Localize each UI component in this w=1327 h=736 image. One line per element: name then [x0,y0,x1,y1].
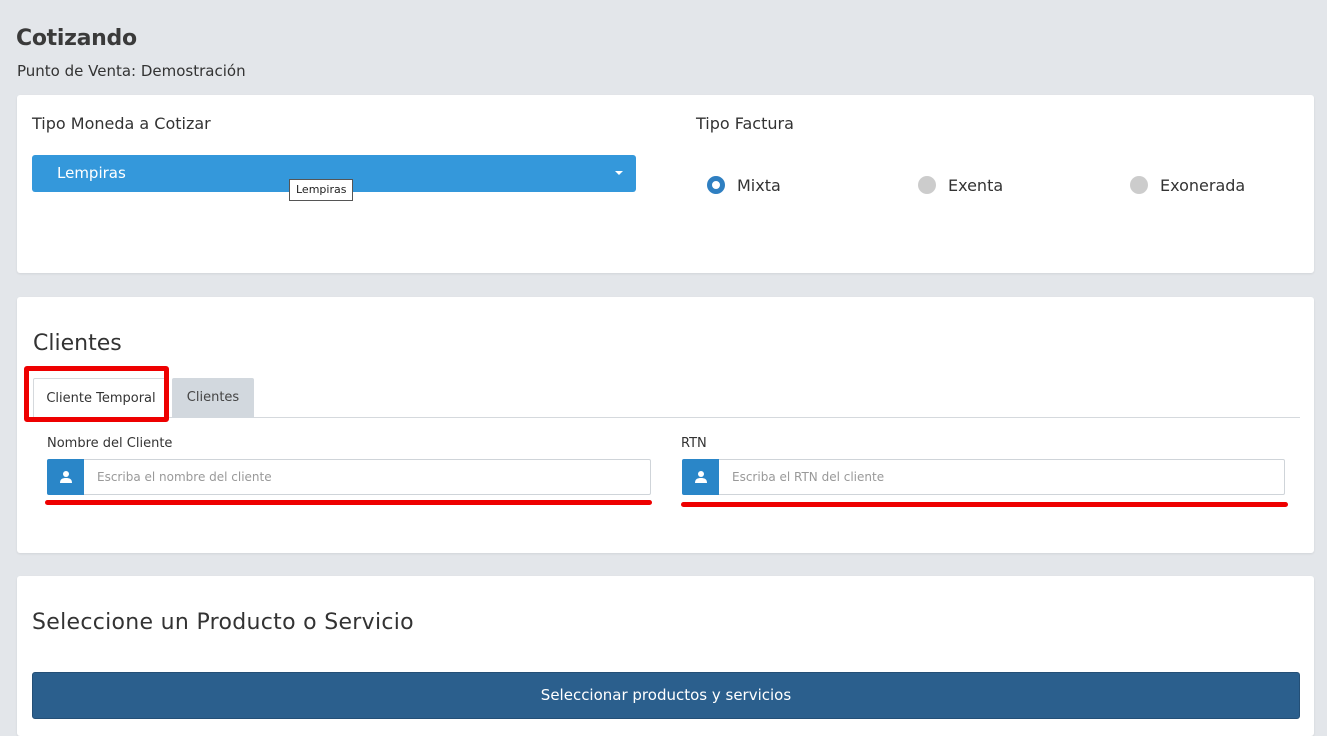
client-name-group [47,459,651,495]
tab-clientes[interactable]: Clientes [172,378,254,418]
client-name-input[interactable] [84,459,651,495]
radio-mixta-label: Mixta [737,175,781,195]
page-subtitle: Punto de Venta: Demostración [17,62,246,80]
clients-card: Clientes Cliente Temporal Clientes Nombr… [17,297,1314,553]
currency-selected-value: Lempiras [57,164,126,182]
currency-tooltip: Lempiras [289,179,354,201]
clients-title: Clientes [33,331,122,356]
radio-unchecked-icon[interactable] [1130,176,1148,194]
currency-label: Tipo Moneda a Cotizar [32,114,211,133]
rtn-group [682,459,1285,495]
products-card: Seleccione un Producto o Servicio Selecc… [17,576,1314,736]
products-title: Seleccione un Producto o Servicio [32,610,414,635]
select-products-button[interactable]: Seleccionar productos y servicios [32,672,1300,719]
radio-exenta[interactable]: Exenta [918,175,1003,195]
radio-exenta-label: Exenta [948,175,1004,195]
client-name-label: Nombre del Cliente [47,436,173,451]
caret-down-icon [615,171,623,175]
rtn-label: RTN [681,436,707,451]
invoice-type-label: Tipo Factura [696,114,794,133]
radio-exonerada-label: Exonerada [1160,175,1246,195]
currency-invoice-card: Tipo Moneda a Cotizar Lempiras Lempiras … [17,95,1314,273]
tab-cliente-temporal[interactable]: Cliente Temporal [33,378,169,418]
rtn-input[interactable] [719,459,1285,495]
page-title: Cotizando [16,26,137,51]
radio-unchecked-icon[interactable] [918,176,936,194]
user-icon [47,459,84,495]
radio-mixta[interactable]: Mixta [707,175,781,195]
annotation-underline [45,500,652,505]
radio-exonerada[interactable]: Exonerada [1130,175,1245,195]
radio-checked-icon[interactable] [707,176,725,194]
user-icon [682,459,719,495]
annotation-underline [681,502,1288,507]
